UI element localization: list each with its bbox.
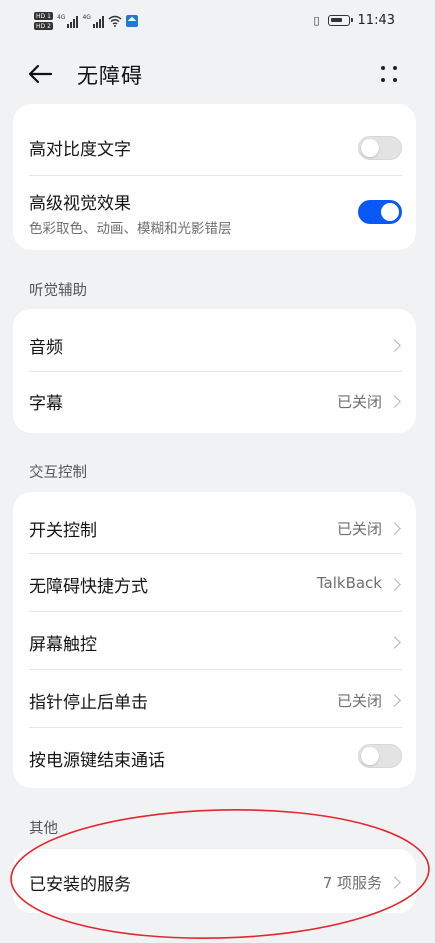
hd-label-1: HD (36, 12, 46, 20)
chevron-right-icon (388, 522, 401, 535)
high-contrast-text-row[interactable]: 高对比度文字 (13, 118, 416, 174)
battery-icon (327, 15, 353, 26)
chevron-right-icon (388, 578, 401, 591)
advanced-visual-effects-toggle[interactable] (358, 200, 402, 224)
high-contrast-text-toggle[interactable] (358, 136, 402, 160)
audio-row[interactable]: 音频 (13, 313, 416, 371)
chevron-right-icon (388, 876, 401, 889)
location-app-icon (125, 15, 138, 27)
captions-label: 字幕 (29, 394, 63, 414)
status-icons-left: HD 1 HD 2 4G 4G (34, 12, 138, 30)
high-contrast-text-label: 高对比度文字 (29, 140, 131, 160)
sim-1-label: 1 (47, 12, 51, 20)
switch-control-row[interactable]: 开关控制 已关闭 (13, 496, 416, 553)
switch-control-value: 已关闭 (336, 520, 382, 538)
hd-indicators: HD 1 HD 2 (34, 12, 53, 30)
chevron-right-icon (388, 339, 401, 352)
power-button-ends-call-toggle[interactable] (358, 744, 402, 768)
installed-services-label: 已安装的服务 (29, 875, 131, 895)
chevron-right-icon (388, 694, 401, 707)
accessibility-shortcut-row[interactable]: 无障碍快捷方式 TalkBack (13, 554, 416, 611)
vision-settings-card: 高对比度文字 高级视觉效果 色彩取色、动画、模糊和光影错层 (13, 104, 416, 250)
section-title-interaction: 交互控制 (29, 465, 87, 481)
other-settings-card: 已安装的服务 7 项服务 (13, 849, 416, 913)
signal-1-icon: 4G (56, 14, 79, 28)
toggle-knob (361, 139, 379, 157)
network-2-label: 4G (82, 14, 91, 21)
back-button[interactable] (22, 56, 58, 92)
advanced-visual-effects-row[interactable]: 高级视觉效果 色彩取色、动画、模糊和光影错层 (13, 176, 416, 246)
dwell-click-row[interactable]: 指针停止后单击 已关闭 (13, 670, 416, 727)
signal-2-icon: 4G (82, 14, 104, 28)
hd-label-2: HD (36, 22, 46, 30)
wifi-icon (108, 15, 122, 27)
installed-services-value: 7 项服务 (322, 874, 382, 892)
switch-control-label: 开关控制 (29, 521, 97, 541)
hearing-settings-card: 音频 字幕 已关闭 (13, 309, 416, 433)
app-header: 无障碍 (0, 48, 435, 98)
interaction-settings-card: 开关控制 已关闭 无障碍快捷方式 TalkBack 屏幕触控 指针停止后单击 已… (13, 492, 416, 788)
advanced-visual-effects-label: 高级视觉效果 (29, 194, 131, 214)
toggle-knob (361, 747, 379, 765)
power-button-ends-call-row[interactable]: 按电源键结束通话 (13, 728, 416, 785)
section-title-hearing: 听觉辅助 (29, 283, 87, 299)
chevron-right-icon (388, 395, 401, 408)
accessibility-shortcut-label: 无障碍快捷方式 (29, 577, 148, 597)
audio-label: 音频 (29, 338, 63, 358)
toggle-knob (381, 203, 399, 221)
touch-settings-label: 屏幕触控 (29, 635, 97, 655)
touch-settings-row[interactable]: 屏幕触控 (13, 612, 416, 669)
installed-services-row[interactable]: 已安装的服务 7 项服务 (13, 851, 416, 911)
captions-value: 已关闭 (336, 393, 382, 411)
section-title-other: 其他 (29, 821, 58, 837)
dwell-click-label: 指针停止后单击 (29, 693, 148, 713)
status-icons-right: ▯ 11:43 (313, 13, 395, 28)
hd-badge-2: HD 2 (34, 22, 53, 30)
status-bar: HD 1 HD 2 4G 4G ▯ 11:43 (0, 0, 435, 44)
arrow-left-icon (28, 64, 53, 84)
advanced-visual-effects-subtitle: 色彩取色、动画、模糊和光影错层 (29, 221, 232, 237)
dwell-click-value: 已关闭 (336, 692, 382, 710)
vibrate-icon: ▯ (313, 14, 320, 27)
page-title: 无障碍 (77, 64, 143, 88)
power-button-ends-call-label: 按电源键结束通话 (29, 751, 165, 771)
more-options-button[interactable] (375, 58, 405, 88)
accessibility-shortcut-value: TalkBack (316, 574, 382, 592)
network-1-label: 4G (56, 14, 66, 21)
hd-badge-1: HD 1 (34, 12, 53, 20)
clock: 11:43 (357, 13, 395, 28)
captions-row[interactable]: 字幕 已关闭 (13, 372, 416, 430)
chevron-right-icon (388, 636, 401, 649)
sim-2-label: 2 (47, 22, 51, 30)
